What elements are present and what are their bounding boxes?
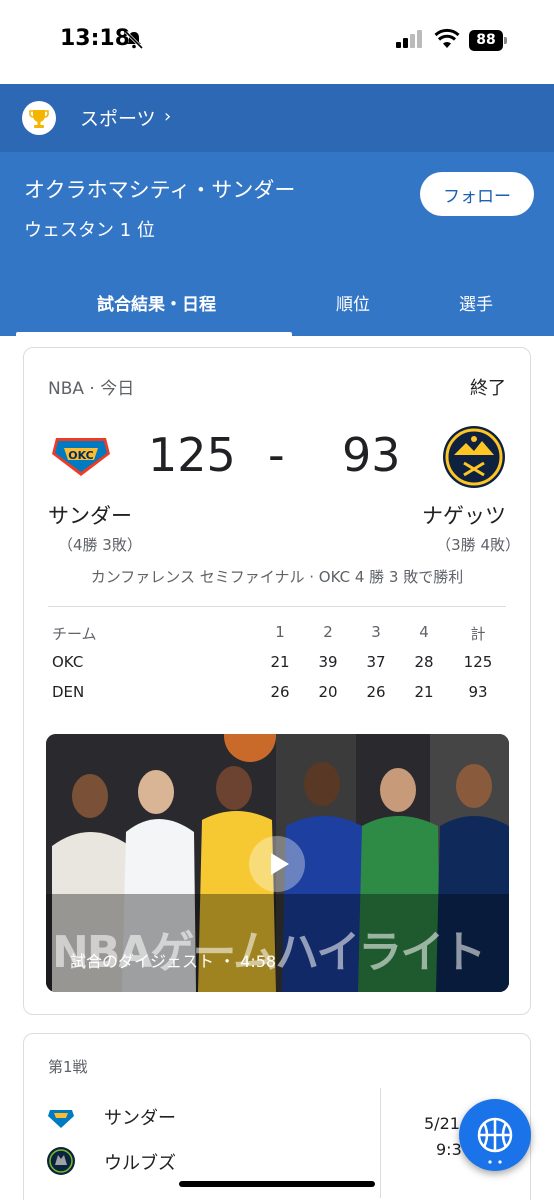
score-separator: - — [268, 428, 285, 482]
bell-off-icon — [124, 30, 144, 50]
table-row: OKC 21 39 37 28 125 — [52, 653, 492, 683]
basketball-icon — [477, 1117, 513, 1164]
basketball-fab-button[interactable] — [459, 1099, 531, 1171]
game-time: 9:3 — [436, 1140, 462, 1159]
team-info: オクラホマシティ・サンダー ウェスタン 1 位 フォロー — [0, 152, 554, 284]
table-cell: 93 — [468, 683, 488, 701]
home-score: 125 — [148, 428, 236, 482]
table-cell: 21 — [270, 653, 290, 671]
cellular-signal-icon — [396, 30, 422, 48]
status-bar: 13:18 88 — [0, 0, 554, 84]
game-status: 終了 — [470, 378, 506, 399]
header-team: チーム — [52, 625, 97, 643]
follow-button[interactable]: フォロー — [420, 172, 534, 216]
highlight-video[interactable]: NBAゲームハイライト 試合のダイジェスト ・ 4:58 — [46, 734, 509, 992]
team-name: ウルブズ — [104, 1153, 176, 1174]
tab-results-schedule[interactable]: 試合結果・日程 — [97, 290, 216, 315]
active-tab-indicator — [16, 332, 292, 336]
trophy-icon — [22, 101, 56, 135]
svg-text:OKC: OKC — [68, 449, 93, 462]
play-icon[interactable] — [249, 836, 305, 892]
away-team-name: ナゲッツ — [422, 504, 506, 528]
tab-players[interactable]: 選手 — [459, 290, 493, 315]
battery-level: 88 — [469, 30, 503, 51]
video-caption: 試合のダイジェスト ・ 4:58 — [70, 952, 277, 971]
divider — [380, 1088, 381, 1198]
team-header: スポーツ › オクラホマシティ・サンダー ウェスタン 1 位 フォロー 試合結果… — [0, 84, 554, 336]
game-number: 第1戦 — [48, 1058, 88, 1076]
timberwolves-logo — [47, 1147, 75, 1175]
header-q2: 2 — [323, 623, 333, 641]
battery-icon: 88 — [469, 30, 509, 51]
header-q3: 3 — [371, 623, 381, 641]
table-cell: DEN — [52, 683, 85, 701]
header-q1: 1 — [275, 623, 285, 641]
tab-bar: 試合結果・日程 順位 選手 — [0, 284, 554, 336]
league-date: NBA · 今日 — [48, 379, 135, 399]
team-name: サンダー — [104, 1108, 176, 1129]
header-q4: 4 — [419, 623, 429, 641]
table-row: DEN 26 20 26 21 93 — [52, 683, 492, 713]
game-result-card[interactable]: NBA · 今日 終了 OKC 125 - 93 サンダー ナゲッツ （4勝 3… — [23, 347, 531, 1015]
table-cell: 37 — [366, 653, 386, 671]
home-team-record: （4勝 3敗） — [58, 536, 142, 554]
chevron-right-icon: › — [164, 106, 172, 127]
series-game-card[interactable]: 第1戦 サンダー ウルブズ 5/21 9:3 — [23, 1033, 531, 1200]
team-rank: ウェスタン 1 位 — [24, 220, 155, 241]
box-score-table: チーム 1 2 3 4 計 OKC 21 39 37 28 125 DEN 26… — [52, 623, 492, 713]
breadcrumb[interactable]: スポーツ › — [0, 84, 554, 152]
table-cell: 21 — [414, 683, 434, 701]
table-cell: OKC — [52, 653, 84, 671]
tab-standings[interactable]: 順位 — [336, 290, 370, 315]
home-team-name: サンダー — [48, 504, 132, 528]
table-cell: 20 — [318, 683, 338, 701]
box-score-header: チーム 1 2 3 4 計 — [52, 623, 492, 653]
away-score: 93 — [342, 428, 401, 482]
status-time: 13:18 — [60, 26, 131, 51]
wifi-icon — [434, 28, 460, 48]
table-cell: 28 — [414, 653, 434, 671]
breadcrumb-label[interactable]: スポーツ — [80, 104, 156, 131]
table-cell: 26 — [270, 683, 290, 701]
series-note: カンファレンス セミファイナル · OKC 4 勝 3 敗で勝利 — [90, 568, 464, 586]
denver-nuggets-logo — [443, 426, 505, 488]
header-total: 計 — [470, 625, 486, 643]
team-title: オクラホマシティ・サンダー — [24, 178, 296, 202]
okc-thunder-logo: OKC — [52, 438, 110, 476]
away-team-record: （3勝 4敗） — [436, 536, 520, 554]
table-cell: 39 — [318, 653, 338, 671]
home-indicator[interactable] — [179, 1181, 375, 1187]
game-date: 5/21 — [424, 1114, 460, 1133]
table-cell: 125 — [463, 653, 493, 671]
table-cell: 26 — [366, 683, 386, 701]
okc-thunder-logo — [48, 1110, 74, 1128]
divider — [48, 606, 506, 607]
